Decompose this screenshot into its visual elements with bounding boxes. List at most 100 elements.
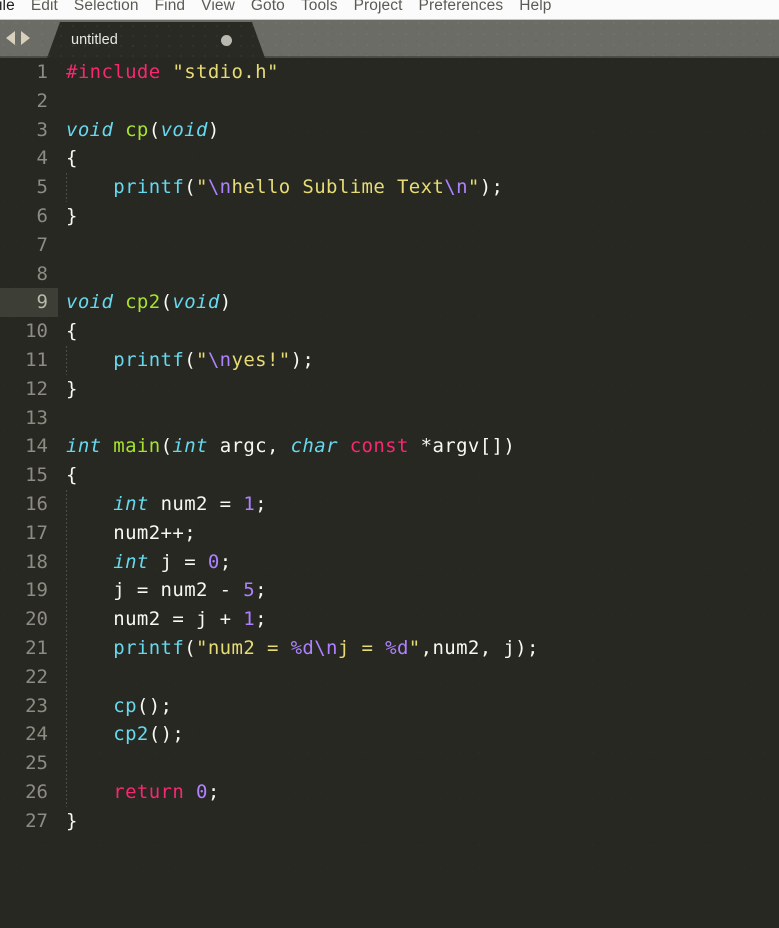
menu-item-help[interactable]: Help bbox=[511, 0, 559, 19]
code-line[interactable]: 17 num2++; bbox=[0, 519, 779, 548]
token: cp2 bbox=[113, 723, 149, 746]
line-number: 19 bbox=[25, 579, 48, 602]
token: \n bbox=[207, 348, 232, 371]
code-line[interactable]: 12} bbox=[0, 375, 779, 404]
token: int bbox=[113, 550, 149, 573]
line-content: printf("\nhello Sublime Text\n"); bbox=[66, 173, 503, 202]
code-line[interactable]: 22 bbox=[0, 663, 779, 692]
line-number: 10 bbox=[25, 320, 48, 343]
code-lines[interactable]: 1 #include "stdio.h" 2 3 void cp(void) 4{5 pr… bbox=[0, 58, 779, 836]
code-line[interactable]: 9 void cp2(void) bbox=[0, 288, 779, 317]
token: " bbox=[196, 176, 208, 199]
token: ; bbox=[255, 492, 267, 515]
line-content: { bbox=[66, 317, 78, 346]
menu-item-tools[interactable]: Tools bbox=[293, 0, 346, 19]
code-line[interactable]: 13 bbox=[0, 404, 779, 433]
menu-item-selection[interactable]: Selection bbox=[66, 0, 147, 19]
token: num2 = bbox=[148, 492, 244, 515]
line-number: 24 bbox=[25, 723, 48, 746]
triangle-right-icon[interactable] bbox=[21, 31, 30, 45]
code-line[interactable]: 23 cp(); bbox=[0, 692, 779, 721]
line-number: 5 bbox=[36, 176, 48, 199]
token: } bbox=[66, 809, 78, 832]
token: "stdio.h" bbox=[172, 61, 279, 83]
menu-item-edit[interactable]: Edit bbox=[23, 0, 66, 19]
code-line[interactable]: 20 num2 = j + 1; bbox=[0, 605, 779, 634]
line-number: 18 bbox=[25, 550, 48, 573]
token: ( bbox=[148, 118, 161, 141]
token: void bbox=[160, 118, 208, 141]
token: void bbox=[66, 118, 114, 141]
line-number: 7 bbox=[36, 233, 48, 256]
menu-item-ile[interactable]: ile bbox=[0, 0, 23, 19]
token: \n bbox=[207, 176, 232, 199]
code-line[interactable]: 6} bbox=[0, 202, 779, 231]
token: j = num2 - bbox=[66, 579, 244, 602]
line-number: 23 bbox=[25, 694, 48, 717]
line-number: 12 bbox=[25, 377, 48, 400]
token: %d bbox=[290, 636, 315, 659]
token: argc, bbox=[207, 435, 291, 458]
code-line[interactable]: 11 printf("\nyes!"); bbox=[0, 346, 779, 375]
line-content: } bbox=[66, 202, 78, 231]
line-content: printf("\nyes!"); bbox=[66, 346, 314, 375]
token: printf bbox=[113, 636, 185, 659]
menu-item-project[interactable]: Project bbox=[346, 0, 411, 19]
line-number: 21 bbox=[25, 636, 48, 659]
code-line[interactable]: 7 bbox=[0, 231, 779, 260]
unsaved-dot-icon[interactable] bbox=[221, 35, 232, 46]
token: ); bbox=[479, 176, 504, 199]
code-line[interactable]: 3 void cp(void) bbox=[0, 116, 779, 145]
menu-bar-items: ile Edit Selection Find View Goto Tools Project… bbox=[0, 0, 559, 19]
code-line[interactable]: 2 bbox=[0, 87, 779, 116]
token: \n bbox=[314, 636, 338, 659]
tab-navigation-arrows bbox=[6, 31, 30, 45]
code-line[interactable]: 8 bbox=[0, 260, 779, 289]
code-line[interactable]: 4{ bbox=[0, 144, 779, 173]
token: ; bbox=[207, 780, 220, 803]
token: 0 bbox=[196, 780, 208, 803]
tab-bar: untitled bbox=[0, 20, 779, 58]
token: (); bbox=[136, 694, 173, 717]
token: cp bbox=[113, 694, 137, 717]
triangle-left-icon[interactable] bbox=[6, 31, 15, 45]
token: char bbox=[290, 435, 338, 458]
code-line[interactable]: 21 printf("num2 = %d\nj = %d",num2, j); bbox=[0, 634, 779, 663]
code-line[interactable]: 1 #include "stdio.h" bbox=[0, 58, 779, 87]
line-content: int main(int argc, char const *argv[]) bbox=[66, 432, 515, 461]
token: { bbox=[66, 320, 78, 343]
line-number: 8 bbox=[36, 262, 48, 285]
code-line[interactable]: 14 int main(int argc, char const *argv[]) bbox=[0, 432, 779, 461]
token: { bbox=[66, 464, 78, 487]
line-content: } bbox=[66, 807, 78, 836]
code-line[interactable]: 5 printf("\nhello Sublime Text\n"); bbox=[0, 173, 779, 202]
line-content: printf("num2 = %d\nj = %d",num2, j); bbox=[66, 634, 539, 663]
code-line[interactable]: 19 j = num2 - 5; bbox=[0, 576, 779, 605]
menu-item-preferences[interactable]: Preferences bbox=[411, 0, 512, 19]
code-editor[interactable]: 1 #include "stdio.h" 2 3 void cp(void) 4{5 pr… bbox=[0, 58, 779, 928]
line-content: int num2 = 1; bbox=[66, 490, 267, 519]
code-line[interactable]: 25 bbox=[0, 749, 779, 778]
line-content: num2 = j + 1; bbox=[66, 605, 267, 634]
code-line[interactable]: 26 return 0; bbox=[0, 778, 779, 807]
line-number: 20 bbox=[25, 608, 48, 631]
tab-untitled[interactable]: untitled bbox=[47, 22, 265, 58]
token: 1 bbox=[243, 608, 256, 631]
code-line[interactable]: 24 cp2(); bbox=[0, 720, 779, 749]
token: hello Sublime Text bbox=[231, 176, 445, 199]
code-line[interactable]: 27} bbox=[0, 807, 779, 836]
token: return bbox=[113, 780, 185, 803]
menu-item-find[interactable]: Find bbox=[147, 0, 194, 19]
code-line[interactable]: 10 { bbox=[0, 317, 779, 346]
code-line[interactable]: 18 int j = 0; bbox=[0, 548, 779, 577]
menu-item-view[interactable]: View bbox=[193, 0, 243, 19]
menu-item-goto[interactable]: Goto bbox=[243, 0, 293, 19]
code-line[interactable]: 16 int num2 = 1; bbox=[0, 490, 779, 519]
code-line[interactable]: 15 { bbox=[0, 461, 779, 490]
